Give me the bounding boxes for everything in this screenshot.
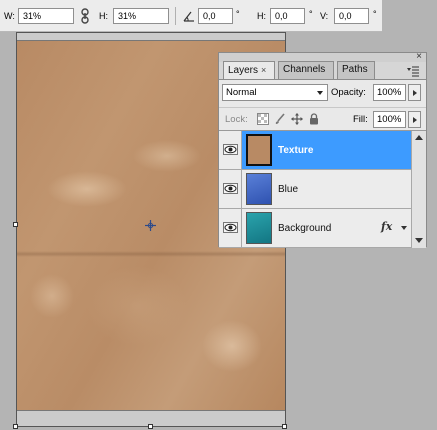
lock-row: Lock: Fill: 100% (219, 107, 426, 129)
layer-thumbnail (246, 212, 272, 244)
separator (175, 7, 176, 25)
reference-point-crosshair-icon[interactable] (145, 220, 156, 231)
transform-options-bar: W: 31% H: 31% 0,0 ° H: 0,0 ° V: 0,0 ° (0, 0, 382, 32)
tab-channels[interactable]: Channels (278, 61, 334, 79)
height-label: H: (99, 11, 108, 21)
opacity-slider-button[interactable] (408, 84, 421, 101)
vskew-field[interactable]: 0,0 (334, 8, 369, 24)
hskew-field[interactable]: 0,0 (270, 8, 305, 24)
scroll-up-arrow-icon[interactable] (415, 135, 423, 140)
lock-image-pixels-brush-icon[interactable] (274, 113, 286, 125)
width-field[interactable]: 31% (18, 8, 74, 24)
fill-field[interactable]: 100% (373, 111, 406, 128)
layers-scrollbar[interactable] (411, 131, 426, 248)
visibility-toggle[interactable] (219, 209, 242, 247)
layers-panel: × Layers × Channels Paths Normal Opacity:… (218, 51, 427, 248)
tab-layers-label: Layers (228, 65, 259, 76)
rotate-angle-icon (183, 11, 194, 22)
scroll-down-arrow-icon[interactable] (415, 238, 423, 243)
fill-label: Fill: (353, 114, 368, 125)
tab-channels-label: Channels (283, 64, 326, 75)
eye-icon (223, 222, 238, 233)
fill-slider-button[interactable] (408, 111, 421, 128)
transform-handle-left[interactable] (13, 222, 18, 227)
tab-paths-label: Paths (342, 64, 368, 75)
layer-name: Blue (278, 184, 299, 195)
layer-thumbnail (246, 134, 272, 166)
lock-label: Lock: (225, 114, 248, 125)
tab-paths[interactable]: Paths (337, 61, 375, 79)
lock-all-icon[interactable] (308, 113, 320, 125)
lock-position-move-icon[interactable] (291, 113, 303, 125)
panel-menu-icon[interactable] (406, 65, 420, 77)
opacity-field[interactable]: 100% (373, 84, 406, 101)
eye-icon (223, 144, 238, 155)
blend-mode-value: Normal (226, 87, 257, 98)
expand-effects-arrow-icon[interactable] (401, 226, 407, 230)
hskew-degree-unit: ° (309, 9, 313, 19)
layers-panel-body: Normal Opacity: 100% Lock: Fill: 100% Te… (219, 79, 426, 248)
lock-transparent-pixels-icon[interactable] (257, 113, 269, 125)
opacity-label: Opacity: (331, 87, 366, 98)
layer-row-texture[interactable]: Texture (219, 131, 411, 170)
chevron-down-icon (317, 91, 323, 95)
hskew-label: H: (257, 11, 266, 21)
transform-handle-bottom-left[interactable] (13, 424, 18, 429)
tab-close-icon[interactable]: × (261, 65, 266, 75)
transform-handle-bottom[interactable] (148, 424, 153, 429)
vskew-degree-unit: ° (373, 9, 377, 19)
layer-row-blue[interactable]: Blue (219, 170, 411, 209)
vskew-label: V: (320, 11, 329, 21)
visibility-toggle[interactable] (219, 131, 242, 169)
width-label: W: (4, 11, 15, 21)
blend-mode-select[interactable]: Normal (222, 84, 328, 101)
layer-name: Texture (278, 145, 314, 156)
close-icon[interactable]: × (416, 51, 422, 62)
visibility-toggle[interactable] (219, 170, 242, 208)
layer-row-background[interactable]: Background fx (219, 209, 411, 248)
rotate-degree-unit: ° (236, 9, 240, 19)
link-icon[interactable] (80, 8, 90, 24)
layer-name: Background (278, 223, 332, 234)
layer-thumbnail (246, 173, 272, 205)
tab-layers[interactable]: Layers × (223, 61, 275, 80)
transform-handle-bottom-right[interactable] (282, 424, 287, 429)
eye-icon (223, 183, 238, 194)
height-field[interactable]: 31% (113, 8, 169, 24)
layers-list: Texture Blue Background fx (219, 130, 426, 248)
rotate-field[interactable]: 0,0 (198, 8, 233, 24)
layer-effects-fx-icon[interactable]: fx (381, 220, 392, 233)
